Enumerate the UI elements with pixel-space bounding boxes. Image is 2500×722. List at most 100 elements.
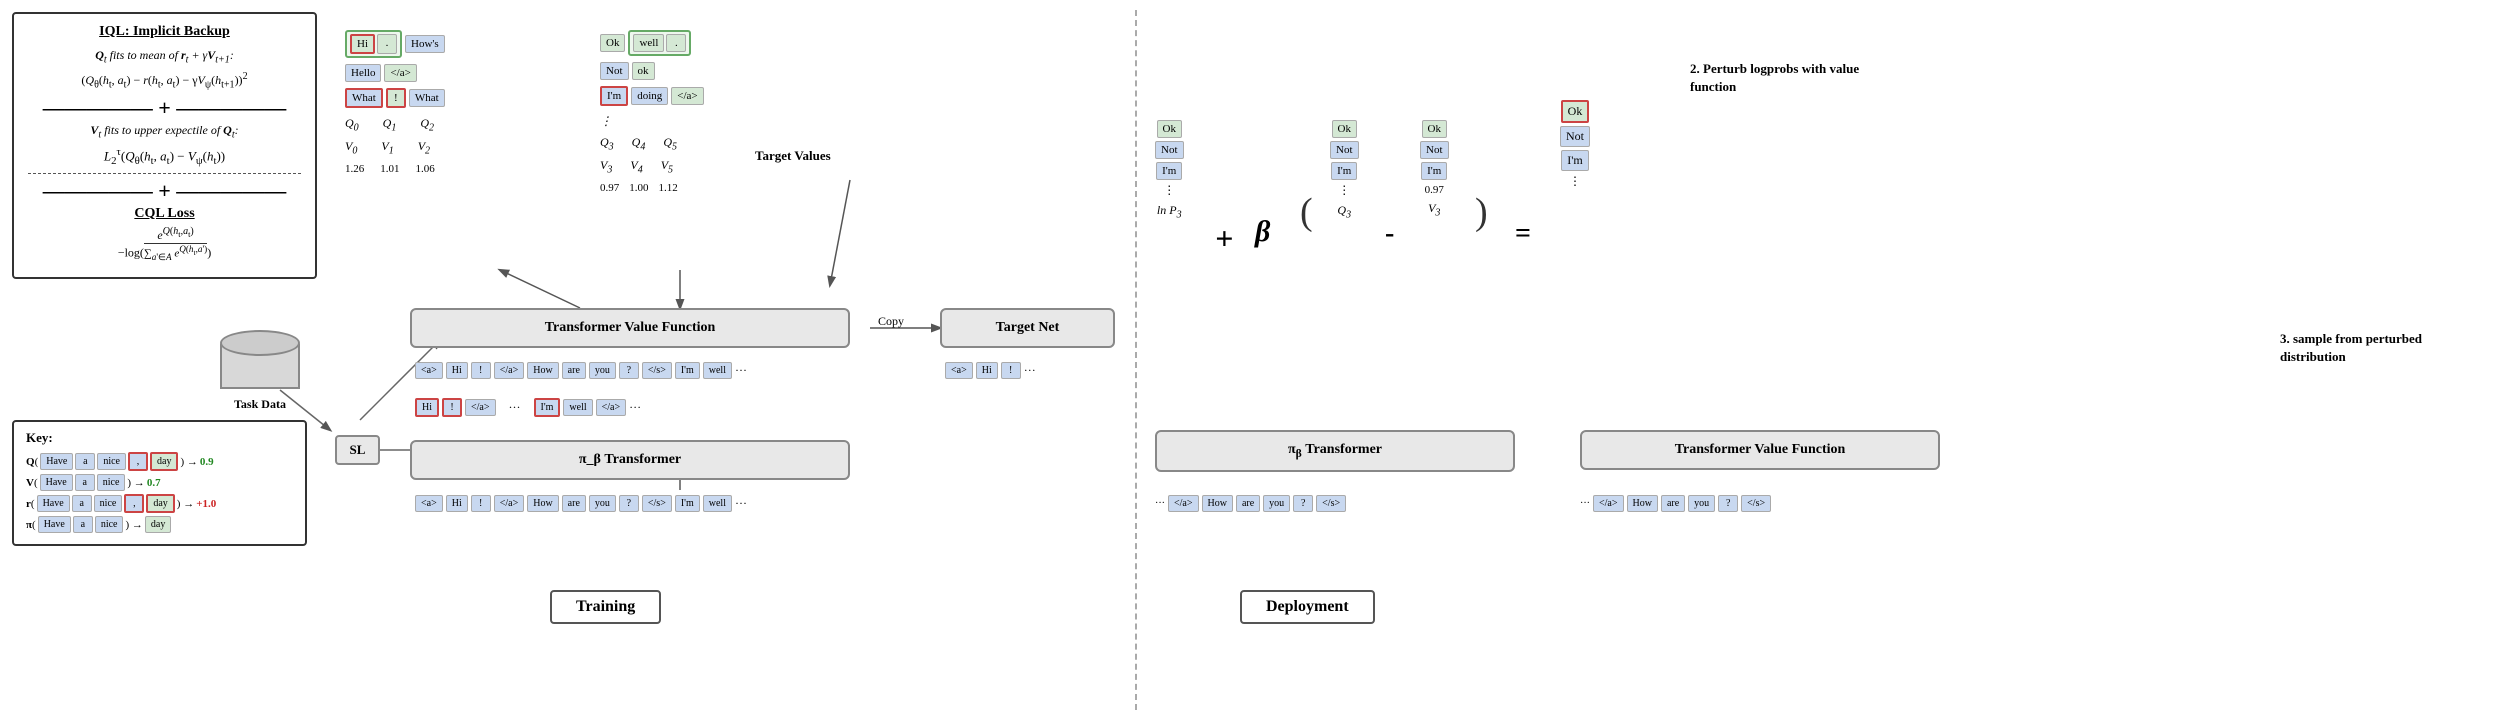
dts-how: How	[1202, 495, 1233, 512]
v1-label: V1	[381, 139, 393, 156]
dtsr-you: you	[1688, 495, 1715, 512]
plus-divider-2: ――――― + ―――――	[28, 180, 301, 202]
close-paren: )	[1475, 190, 1488, 234]
key-title: Key:	[26, 430, 293, 446]
token-day2: day	[146, 494, 174, 513]
v2-label: V2	[418, 139, 430, 156]
task-data-container: Task Data	[220, 330, 300, 412]
res-dots: ⋮	[1569, 174, 1581, 189]
ts-dots: ···	[735, 363, 747, 378]
its-well: well	[563, 399, 592, 416]
pi-token-seq: <a> Hi ! </a> How are you ? </s> I'm wel…	[415, 495, 747, 512]
tok-ok2: ok	[632, 62, 655, 80]
its-hi: Hi	[415, 398, 439, 417]
dep-im2: I'm	[1331, 162, 1357, 180]
dtsr-dots: ···	[1580, 498, 1590, 509]
v5-val: 1.12	[659, 182, 678, 194]
deploy-v3-col: Ok Not I'm 0.97 V3	[1420, 120, 1449, 218]
token-comma: ,	[128, 452, 148, 471]
dtsr-how: How	[1627, 495, 1658, 512]
tok-well: well	[633, 34, 664, 52]
target-values-label: Target Values	[755, 148, 831, 164]
ts-are: are	[562, 362, 586, 379]
v1-val: 1.01	[380, 163, 399, 175]
its-enda: </a>	[465, 399, 496, 416]
its-dots2: ···	[629, 400, 641, 415]
deploy-ln-p3-col: Ok Not I'm ⋮ ln P3	[1155, 120, 1184, 220]
tok-enda2: </a>	[671, 87, 703, 105]
pts-how: How	[527, 495, 558, 512]
its-im: I'm	[534, 398, 561, 417]
tts-a: <a>	[945, 362, 973, 379]
plus-operator: +	[1215, 220, 1233, 257]
hi-group: Hi .	[345, 30, 402, 58]
token-row-hi: Hi . How's	[345, 30, 445, 58]
res-not: Not	[1560, 126, 1590, 147]
transformer-value-box: Transformer Value Function	[410, 308, 850, 348]
token-nice: nice	[97, 453, 126, 470]
target-token-seq: <a> Hi ! ···	[945, 362, 1036, 379]
token-row-not: Not ok	[600, 62, 704, 80]
dts-are: are	[1236, 495, 1260, 512]
dep-im1: I'm	[1156, 162, 1182, 180]
deploy-token-seq-right: ··· </a> How are you ? </s>	[1580, 495, 1771, 512]
tok-dot2: .	[666, 34, 686, 52]
dep-not1: Not	[1155, 141, 1184, 159]
ts-q: ?	[619, 362, 639, 379]
iql-title: IQL: Implicit Backup	[28, 24, 301, 40]
dtsr-are: are	[1661, 495, 1685, 512]
task-data-label: Task Data	[220, 397, 300, 412]
pts-q: ?	[619, 495, 639, 512]
dts-q: ?	[1293, 495, 1313, 512]
dep-ok3: Ok	[1422, 120, 1447, 138]
v5-label: V5	[661, 158, 673, 175]
cql-formula: −log( eQ(ht,at) ∑a'∈A eQ(ht,a') )	[28, 226, 301, 263]
input-token-seq-top: Hi ! </a> ··· I'm well </a> ···	[415, 398, 641, 417]
tts-dots: ···	[1024, 363, 1036, 378]
v0-val: 1.26	[345, 163, 364, 175]
v4-val: 1.00	[629, 182, 648, 194]
pts-s: </s>	[642, 495, 672, 512]
well-group: well .	[628, 30, 691, 56]
pts-well: well	[703, 495, 732, 512]
step2-label: 2. Perturb logprobs with value function	[1690, 60, 1890, 96]
iql-formula2: L2τ(Qθ(ht, at) − Vψ(ht))	[28, 146, 301, 167]
token-row-what: What ! What	[345, 88, 445, 108]
iql-divider	[28, 173, 301, 174]
iql-box: IQL: Implicit Backup Qt fits to mean of …	[12, 12, 317, 279]
section-divider	[1135, 10, 1137, 710]
pi-beta-label: π_β Transformer	[410, 440, 850, 480]
dts-enda: </a>	[1168, 495, 1199, 512]
pts-hi: Hi	[446, 495, 468, 512]
tok-excl: !	[386, 88, 406, 108]
tok-hows: How's	[405, 35, 445, 53]
dts-s: </s>	[1316, 495, 1346, 512]
db-shape	[220, 330, 300, 395]
ts-how: How	[527, 362, 558, 379]
key-row-pi: π( Have a nice ) → day	[26, 516, 293, 533]
token-a: a	[75, 453, 95, 470]
q-labels-left: Q0 Q1 Q2	[345, 116, 445, 133]
token-row-hello: Hello </a>	[345, 64, 445, 82]
tok-ok: Ok	[600, 34, 625, 52]
tok-doing: doing	[631, 87, 668, 105]
iql-line1: Qt fits to mean of rt + γVt+1:	[28, 48, 301, 65]
deploy-pi-beta-label: πβ Transformer	[1155, 430, 1515, 472]
deploy-pi-beta-box: πβ Transformer	[1155, 430, 1515, 472]
tok-hello: Hello	[345, 64, 381, 82]
token-nice2: nice	[97, 474, 126, 491]
cql-title: CQL Loss	[28, 206, 301, 222]
token-comma2: ,	[124, 494, 144, 513]
res-im: I'm	[1561, 150, 1589, 171]
token-nice3: nice	[94, 495, 123, 512]
dep-not3: Not	[1420, 141, 1449, 159]
target-net-box: Target Net	[940, 308, 1115, 348]
tts-excl: !	[1001, 362, 1021, 379]
tok-what: What	[345, 88, 383, 108]
q3-label: Q3	[600, 135, 614, 152]
q4-label: Q4	[632, 135, 646, 152]
left-token-column: Hi . How's Hello </a> What ! What Q0 Q1 …	[345, 30, 445, 175]
token-have2: Have	[40, 474, 73, 491]
step3-label: 3. sample from perturbed distribution	[2280, 330, 2470, 366]
token-a4: a	[73, 516, 93, 533]
